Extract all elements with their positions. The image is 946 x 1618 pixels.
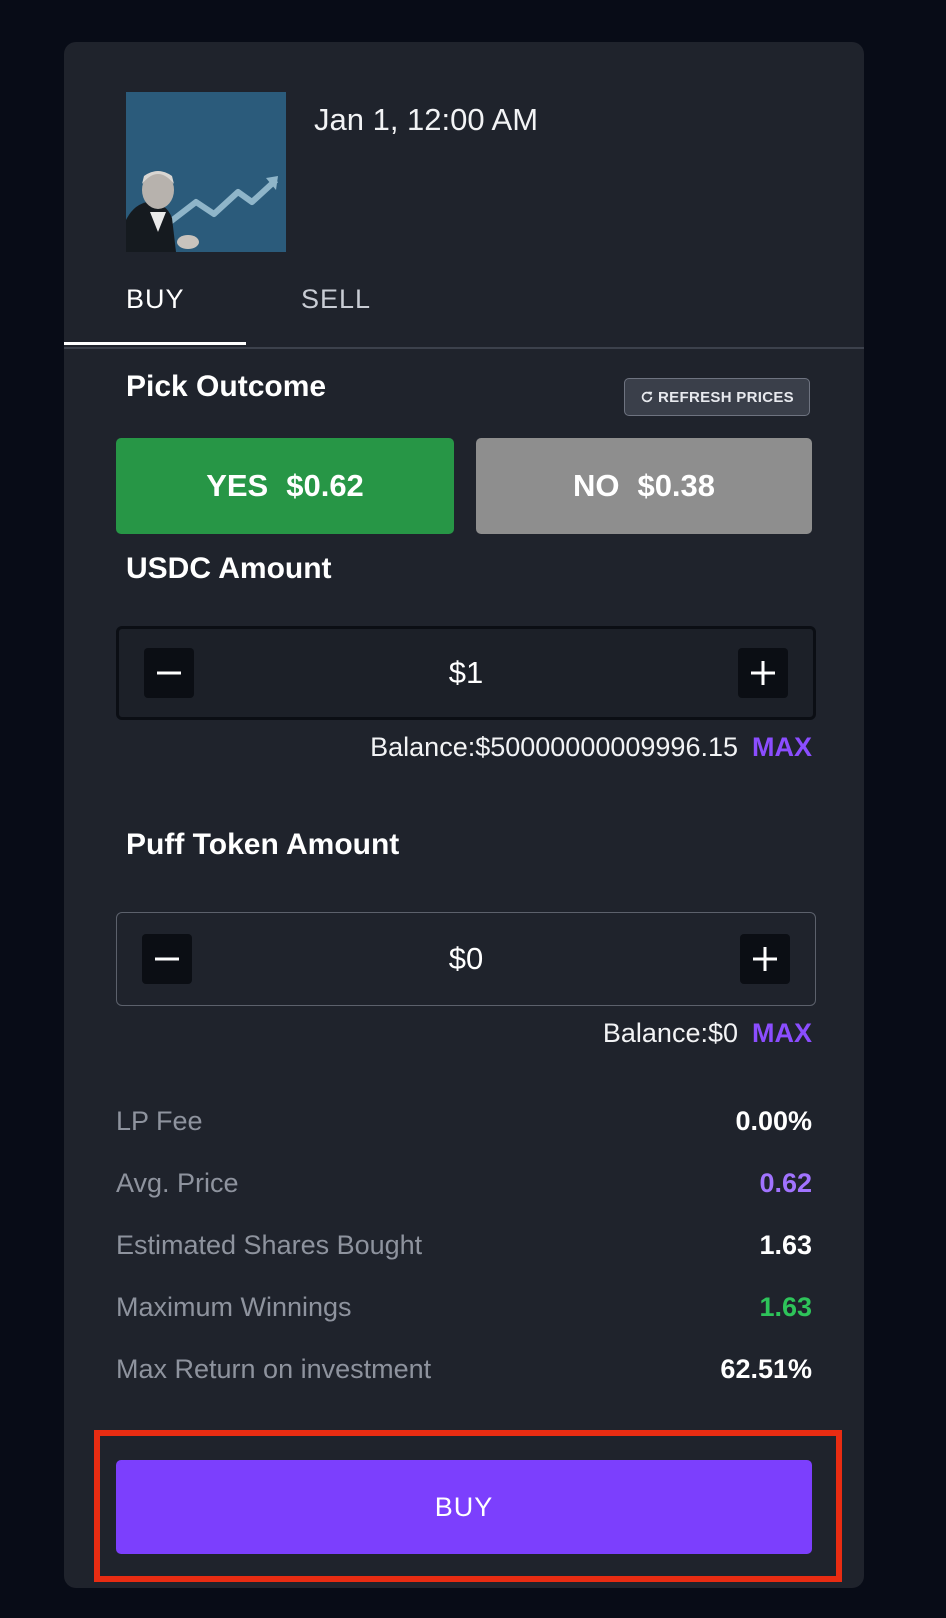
puff-balance-row: Balance:$0 MAX — [603, 1018, 812, 1049]
stat-row-maximum-winnings: Maximum Winnings 1.63 — [116, 1292, 812, 1323]
trade-panel: Jan 1, 12:00 AM BUY SELL Pick Outcome RE… — [64, 42, 864, 1588]
refresh-icon — [641, 391, 653, 403]
puff-max-button[interactable]: MAX — [752, 1018, 812, 1049]
stat-row-lp-fee: LP Fee 0.00% — [116, 1106, 812, 1137]
pick-outcome-label: Pick Outcome — [126, 370, 327, 403]
usdc-amount-stepper: $1 — [116, 626, 816, 720]
tab-buy[interactable]: BUY — [126, 284, 185, 315]
usdc-amount-label: USDC Amount — [126, 552, 332, 585]
usdc-increment-button[interactable] — [738, 648, 788, 698]
usdc-balance-row: Balance:$50000000009996.15 MAX — [370, 732, 812, 763]
refresh-prices-label: REFRESH PRICES — [658, 388, 794, 406]
plus-icon — [751, 661, 775, 685]
outcome-no-button[interactable]: NO $0.38 — [476, 438, 812, 534]
buy-button[interactable]: BUY — [116, 1460, 812, 1554]
usdc-max-button[interactable]: MAX — [752, 732, 812, 763]
stat-row-max-return: Max Return on investment 62.51% — [116, 1354, 812, 1385]
stat-label: Estimated Shares Bought — [116, 1230, 423, 1260]
plus-icon — [753, 947, 777, 971]
stat-value: 0.62 — [759, 1168, 812, 1198]
tab-sell[interactable]: SELL — [301, 284, 371, 315]
stat-label: LP Fee — [116, 1106, 203, 1136]
refresh-prices-button[interactable]: REFRESH PRICES — [624, 378, 810, 416]
stat-label: Avg. Price — [116, 1168, 239, 1198]
puff-amount-input[interactable]: $0 — [117, 941, 815, 977]
stat-row-avg-price: Avg. Price 0.62 — [116, 1168, 812, 1199]
market-image-art — [126, 92, 286, 252]
puff-amount-stepper: $0 — [116, 912, 816, 1006]
usdc-balance: Balance:$50000000009996.15 — [370, 732, 738, 762]
outcome-no-label: NO — [572, 468, 620, 503]
outcome-yes-price: $0.62 — [286, 468, 364, 503]
puff-token-amount-label: Puff Token Amount — [126, 828, 400, 861]
outcome-yes-button[interactable]: YES $0.62 — [116, 438, 454, 534]
stat-value: 62.51% — [720, 1354, 812, 1384]
stat-value: 1.63 — [759, 1292, 812, 1322]
stat-row-estimated-shares: Estimated Shares Bought 1.63 — [116, 1230, 812, 1261]
usdc-amount-input[interactable]: $1 — [119, 655, 813, 691]
stat-label: Max Return on investment — [116, 1354, 432, 1384]
market-image — [126, 92, 286, 252]
stat-label: Maximum Winnings — [116, 1292, 352, 1322]
active-tab-indicator — [64, 342, 246, 345]
market-date: Jan 1, 12:00 AM — [314, 102, 539, 137]
stat-value: 1.63 — [759, 1230, 812, 1260]
outcome-yes-label: YES — [206, 468, 269, 503]
puff-increment-button[interactable] — [740, 934, 790, 984]
puff-balance: Balance:$0 — [602, 1018, 738, 1048]
outcome-no-price: $0.38 — [637, 468, 716, 503]
stat-value: 0.00% — [735, 1106, 812, 1136]
tab-divider — [64, 347, 864, 349]
